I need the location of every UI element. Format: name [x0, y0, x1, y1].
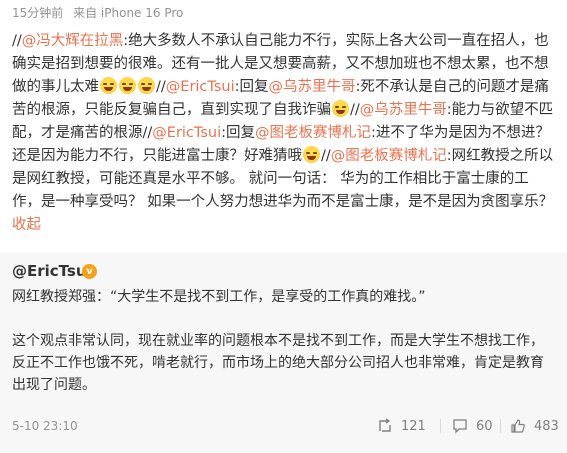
laugh-emoji-icon	[119, 77, 136, 94]
like-button[interactable]: 483	[510, 415, 559, 437]
post-text-segment: :回复	[221, 125, 256, 141]
quoted-date: 5-10 23:10	[12, 419, 78, 433]
like-count: 483	[534, 418, 559, 434]
mention-link[interactable]: @图老板赛博札记	[255, 125, 371, 141]
laugh-emoji-icon	[332, 100, 349, 117]
separator: //	[350, 102, 360, 118]
laugh-emoji-icon	[138, 77, 155, 94]
comment-button[interactable]: 60	[452, 415, 493, 437]
comment-count: 60	[476, 418, 493, 434]
quoted-text: 网红教授郑强：“大学生不是找不到工作，是享受的工作真的难找。” 这个观点非常认同…	[12, 286, 557, 396]
mention-link[interactable]: @乌苏里牛哥	[360, 102, 447, 118]
post-meta: 15分钟前 来自 iPhone 16 Pro	[12, 4, 189, 22]
divider	[440, 419, 441, 433]
repost-icon	[379, 418, 391, 432]
repost-text: //@冯大辉在拉黑:绝大多数人不承认自己能力不行，实际上各大公司一直在招人，也确…	[12, 30, 555, 237]
post-source: 来自 iPhone 16 Pro	[73, 6, 184, 20]
post-time: 15分钟前	[12, 6, 64, 20]
mention-link[interactable]: @EricTsui	[166, 79, 235, 95]
separator: //	[142, 125, 153, 141]
quoted-author[interactable]: @EricTsui	[12, 261, 92, 281]
laugh-emoji-icon	[303, 146, 320, 163]
quoted-paragraph: 这个观点非常认同，现在就业率的问题根本不是找不到工作，而是大学生不想找工作，反正…	[12, 333, 544, 393]
mention-link[interactable]: @EricTsui	[152, 125, 221, 141]
post-text-segment: :回复	[234, 79, 269, 95]
repost-button[interactable]: 121	[377, 415, 426, 437]
quoted-post[interactable]: @EricTsui v 网红教授郑强：“大学生不是找不到工作，是享受的工作真的难…	[0, 253, 567, 453]
collapse-link[interactable]: 收起	[12, 217, 41, 233]
repost-count: 121	[401, 418, 426, 434]
comment-icon	[453, 419, 467, 434]
laugh-emoji-icon	[100, 77, 117, 94]
quoted-paragraph: 网红教授郑强：“大学生不是找不到工作，是享受的工作真的难找。”	[12, 289, 426, 305]
separator: //	[321, 148, 331, 164]
thumbs-up-icon	[511, 419, 525, 433]
verified-badge-icon: v	[82, 264, 97, 279]
mention-link[interactable]: @冯大辉在拉黑	[22, 33, 124, 49]
separator: //	[12, 33, 22, 49]
divider	[500, 419, 501, 433]
separator: //	[156, 79, 166, 95]
mention-link[interactable]: @乌苏里牛哥	[269, 79, 356, 95]
mention-link[interactable]: @图老板赛博札记	[331, 148, 447, 164]
